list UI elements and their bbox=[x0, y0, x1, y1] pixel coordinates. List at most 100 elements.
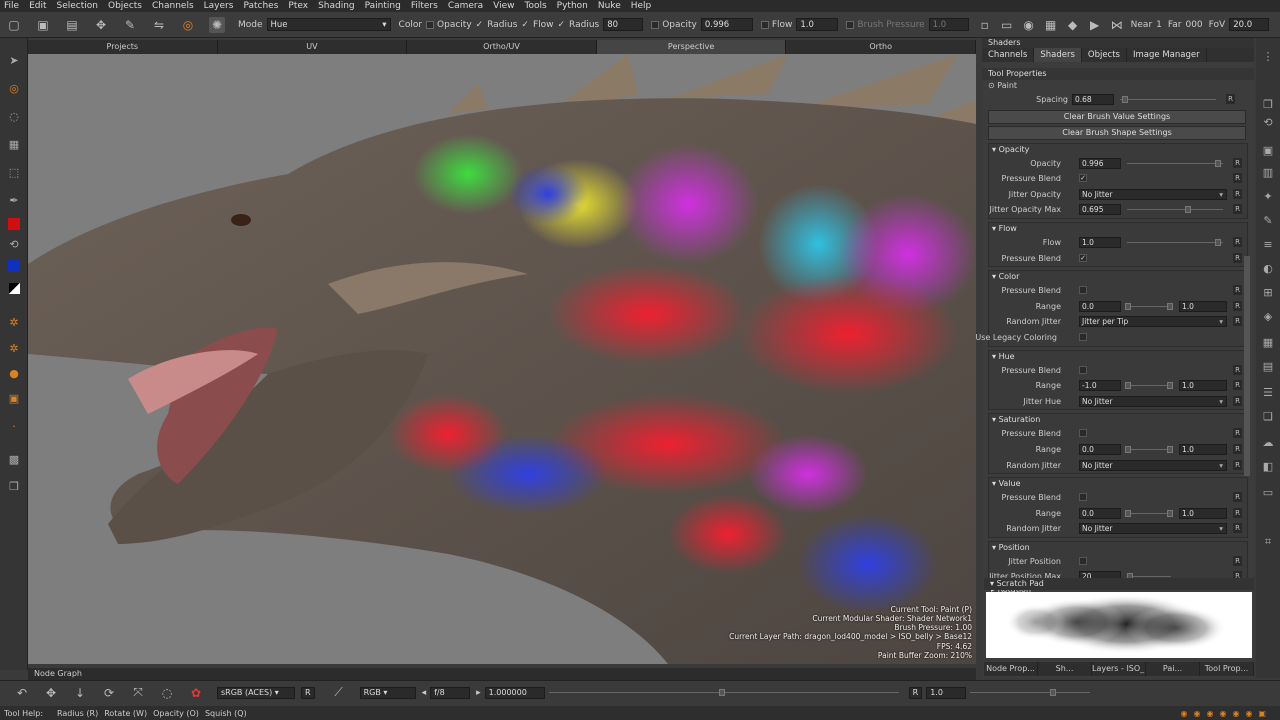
flow-prop-field[interactable]: 1.0 bbox=[1079, 236, 1121, 248]
open-icon[interactable]: ▣ bbox=[35, 17, 51, 33]
saturation-range-slider[interactable] bbox=[1127, 448, 1171, 450]
panel-scrollbar[interactable] bbox=[1244, 256, 1250, 476]
view-tab-projects[interactable]: Projects bbox=[28, 40, 218, 54]
brush-icon[interactable]: ✎ bbox=[1260, 212, 1276, 228]
menu-item-channels[interactable]: Channels bbox=[152, 1, 194, 11]
menu-item-painting[interactable]: Painting bbox=[365, 1, 401, 11]
layers-stack-icon[interactable]: ❐ bbox=[1260, 96, 1276, 112]
value-pressure-reset-button[interactable]: R bbox=[1233, 492, 1242, 503]
jitter-opacity-max-handle[interactable] bbox=[1185, 206, 1191, 214]
color-jitter-dropdown[interactable]: Jitter per Tip bbox=[1079, 316, 1227, 328]
color-range-handle-min[interactable] bbox=[1125, 302, 1131, 310]
flow-checkbox[interactable] bbox=[760, 20, 769, 29]
gear-brush-icon[interactable]: ✲ bbox=[6, 340, 22, 356]
color-range-max-field[interactable]: 1.0 bbox=[1179, 300, 1227, 312]
jitter-opacity-max-slider[interactable] bbox=[1127, 209, 1223, 211]
position-section-title[interactable]: ▾ Position bbox=[989, 542, 1247, 554]
down-arrow-icon[interactable]: ↓ bbox=[72, 685, 88, 701]
menu-item-patches[interactable]: Patches bbox=[243, 1, 278, 11]
check-icon[interactable]: ✓ bbox=[476, 20, 484, 30]
fstop-arrow-icon[interactable]: ◂ bbox=[422, 688, 427, 698]
bottom-tab-3[interactable]: Pai... bbox=[1146, 662, 1200, 676]
color-jitter-reset-button[interactable]: R bbox=[1233, 316, 1242, 327]
hue-range-min-field[interactable]: -1.0 bbox=[1079, 380, 1121, 392]
crop-icon[interactable]: ⌗ bbox=[1260, 534, 1276, 550]
view-tab-uv[interactable]: UV bbox=[218, 40, 408, 54]
check-icon[interactable]: ✓ bbox=[521, 20, 529, 30]
lightbulb-icon[interactable]: ✦ bbox=[1260, 188, 1276, 204]
clear-brush-shape-button[interactable]: Clear Brush Shape Settings bbox=[988, 125, 1246, 140]
eyedropper-icon[interactable]: ✒ bbox=[6, 192, 22, 208]
shapes-icon[interactable]: ◈ bbox=[1260, 308, 1276, 324]
colorspace-reset-button[interactable]: R bbox=[301, 686, 315, 699]
transform-icon[interactable]: ✥ bbox=[93, 17, 109, 33]
menu-item-selection[interactable]: Selection bbox=[57, 1, 98, 11]
value-section-title[interactable]: ▾ Value bbox=[989, 478, 1247, 490]
node-icon[interactable]: ⊞ bbox=[1260, 284, 1276, 300]
jitter-hue-dropdown[interactable]: No Jitter bbox=[1079, 395, 1227, 407]
hue-section-title[interactable]: ▾ Hue bbox=[989, 351, 1247, 363]
jitter-position-reset-button[interactable]: R bbox=[1233, 555, 1242, 566]
marquee-icon[interactable]: ⬚ bbox=[6, 164, 22, 180]
pen-icon[interactable]: ✎ bbox=[122, 17, 138, 33]
fstop-field[interactable]: f/8 bbox=[430, 686, 471, 699]
viewport-3d[interactable]: Current Tool: Paint (P) Current Modular … bbox=[28, 54, 976, 664]
move-icon[interactable]: ✥ bbox=[43, 685, 59, 701]
jitter-opacity-reset-button[interactable]: R bbox=[1233, 188, 1242, 199]
frame-icon[interactable]: ▣ bbox=[6, 390, 22, 406]
grid-icon[interactable]: ▦ bbox=[1043, 17, 1059, 33]
saturation-range-handle-max[interactable] bbox=[1167, 445, 1173, 453]
clear-brush-value-button[interactable]: Clear Brush Value Settings bbox=[988, 109, 1246, 124]
new-file-icon[interactable]: ▢ bbox=[6, 17, 22, 33]
opacity-section-title[interactable]: ▾ Opacity bbox=[989, 144, 1247, 156]
lasso-icon[interactable]: ◌ bbox=[159, 685, 175, 701]
play-icon[interactable]: ▶ bbox=[1087, 17, 1103, 33]
flow-reset-button[interactable]: R bbox=[1233, 236, 1242, 247]
menu-item-nuke[interactable]: Nuke bbox=[598, 1, 621, 11]
color-section-title[interactable]: ▾ Color bbox=[989, 271, 1247, 283]
lock-icon[interactable]: ▫ bbox=[977, 17, 993, 33]
image-icon[interactable]: ▣ bbox=[1260, 142, 1276, 158]
table-small-icon[interactable]: ▤ bbox=[1260, 358, 1276, 374]
tab-imagemanager[interactable]: Image Manager bbox=[1127, 48, 1207, 62]
gamma-field[interactable]: 1.0 bbox=[926, 686, 967, 699]
cube-icon[interactable]: ◆ bbox=[1065, 17, 1081, 33]
exposure-slider-handle[interactable] bbox=[718, 689, 725, 696]
menu-item-filters[interactable]: Filters bbox=[411, 1, 438, 11]
curve-icon[interactable]: ⟋ bbox=[331, 685, 347, 701]
value-pressure-checkbox[interactable] bbox=[1079, 493, 1087, 502]
menu-item-file[interactable]: File bbox=[4, 1, 19, 11]
menu-item-help[interactable]: Help bbox=[631, 1, 652, 11]
saturation-pressure-reset-button[interactable]: R bbox=[1233, 428, 1242, 439]
view-tab-ortho[interactable]: Ortho bbox=[786, 40, 976, 54]
bottom-tab-0[interactable]: Node Prop... bbox=[984, 662, 1038, 676]
layers-icon[interactable]: ❐ bbox=[6, 478, 22, 494]
saturation-section-title[interactable]: ▾ Saturation bbox=[989, 414, 1247, 426]
stack-icon[interactable]: ☰ bbox=[1260, 384, 1276, 400]
cloud-icon[interactable]: ☁ bbox=[1260, 434, 1276, 450]
dot-icon[interactable]: · bbox=[6, 418, 22, 434]
foreground-color-swatch[interactable] bbox=[6, 216, 22, 232]
save-icon[interactable]: ▤ bbox=[64, 17, 80, 33]
view-tab-orthouv[interactable]: Ortho/UV bbox=[407, 40, 597, 54]
menu-item-objects[interactable]: Objects bbox=[108, 1, 142, 11]
flow-pressure-checkbox[interactable]: ✓ bbox=[1079, 253, 1087, 262]
opacity-checkbox[interactable] bbox=[651, 20, 660, 29]
scratch-pad-canvas[interactable] bbox=[986, 592, 1252, 658]
saturation-pressure-checkbox[interactable] bbox=[1079, 429, 1087, 438]
color-range-reset-button[interactable]: R bbox=[1233, 300, 1242, 311]
copy-icon[interactable]: ❏ bbox=[1260, 408, 1276, 424]
hue-range-max-field[interactable]: 1.0 bbox=[1179, 380, 1227, 392]
hue-pressure-checkbox[interactable] bbox=[1079, 365, 1087, 374]
opacity-pressure-reset-button[interactable]: R bbox=[1233, 173, 1242, 184]
gear-paint-icon[interactable]: ✲ bbox=[6, 314, 22, 330]
colorspace-dropdown[interactable]: sRGB (ACES) ▾ bbox=[217, 686, 295, 699]
flow-prop-slider[interactable] bbox=[1127, 241, 1223, 243]
rgb-circles-icon[interactable]: ✿ bbox=[188, 685, 204, 701]
saturation-range-reset-button[interactable]: R bbox=[1233, 443, 1242, 454]
exposure-slider[interactable] bbox=[548, 689, 899, 696]
view-toggle-icon[interactable]: ⋈ bbox=[1109, 17, 1125, 33]
rotate-icon[interactable]: ⟳ bbox=[101, 685, 117, 701]
opacity-field[interactable]: 0.996 bbox=[700, 18, 753, 31]
opacity-slider-handle[interactable] bbox=[1215, 159, 1221, 167]
